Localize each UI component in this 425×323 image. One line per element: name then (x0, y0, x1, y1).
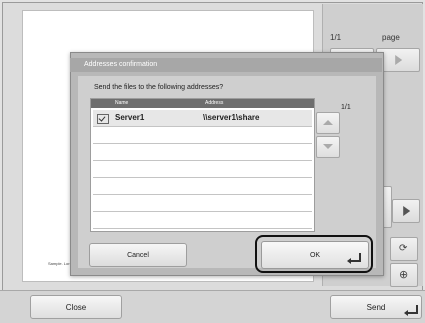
ok-label: OK (309, 251, 321, 259)
zoom-icon: ⊕ (399, 269, 409, 281)
close-label: Close (65, 302, 87, 312)
scroll-up-button[interactable] (316, 112, 340, 134)
ok-button[interactable]: OK (261, 241, 369, 269)
scroll-down-button[interactable] (316, 136, 340, 158)
row-address: \\server1\share (203, 113, 260, 122)
dialog-title: Addresses confirmation (70, 58, 382, 72)
table-row-empty (93, 178, 312, 195)
cancel-button[interactable]: Cancel (89, 243, 187, 267)
close-button[interactable]: Close (30, 295, 122, 319)
checkbox-checked-icon[interactable] (97, 114, 109, 124)
send-button[interactable]: Send (330, 295, 422, 319)
send-label: Send (366, 302, 386, 312)
arrow-right-icon (403, 206, 411, 216)
app-window: Sample. Lorem ipsum dolor sit amet, cons… (0, 0, 425, 323)
cancel-label: Cancel (127, 251, 149, 259)
rotate-button[interactable]: ⟳ (390, 237, 418, 261)
table-row-empty (93, 195, 312, 212)
column-header-address: Address (205, 100, 224, 106)
table-header: Name Address (91, 99, 314, 108)
next-page-small-button[interactable] (392, 199, 420, 223)
arrow-up-icon (323, 120, 333, 125)
table-row-empty (93, 212, 312, 229)
column-header-name: Name (115, 100, 129, 106)
table-row-empty (93, 161, 312, 178)
zoom-button[interactable]: ⊕ (390, 263, 418, 287)
table-row[interactable]: Server1 \\server1\share (93, 110, 312, 127)
list-counter: 1/1 (341, 104, 351, 111)
table-row-empty (93, 144, 312, 161)
page-counter: 1/1 (330, 33, 342, 42)
enter-icon (404, 305, 418, 316)
arrow-down-icon (323, 144, 333, 149)
table-row-empty (93, 127, 312, 144)
page-label: page (382, 33, 400, 42)
row-name: Server1 (115, 113, 145, 122)
enter-icon (347, 253, 361, 264)
rotate-icon: ⟳ (399, 243, 408, 254)
address-table: Name Address Server1 \\server1\share (90, 98, 315, 232)
arrow-right-icon (395, 55, 403, 65)
dialog-prompt: Send the files to the following addresse… (94, 84, 224, 91)
